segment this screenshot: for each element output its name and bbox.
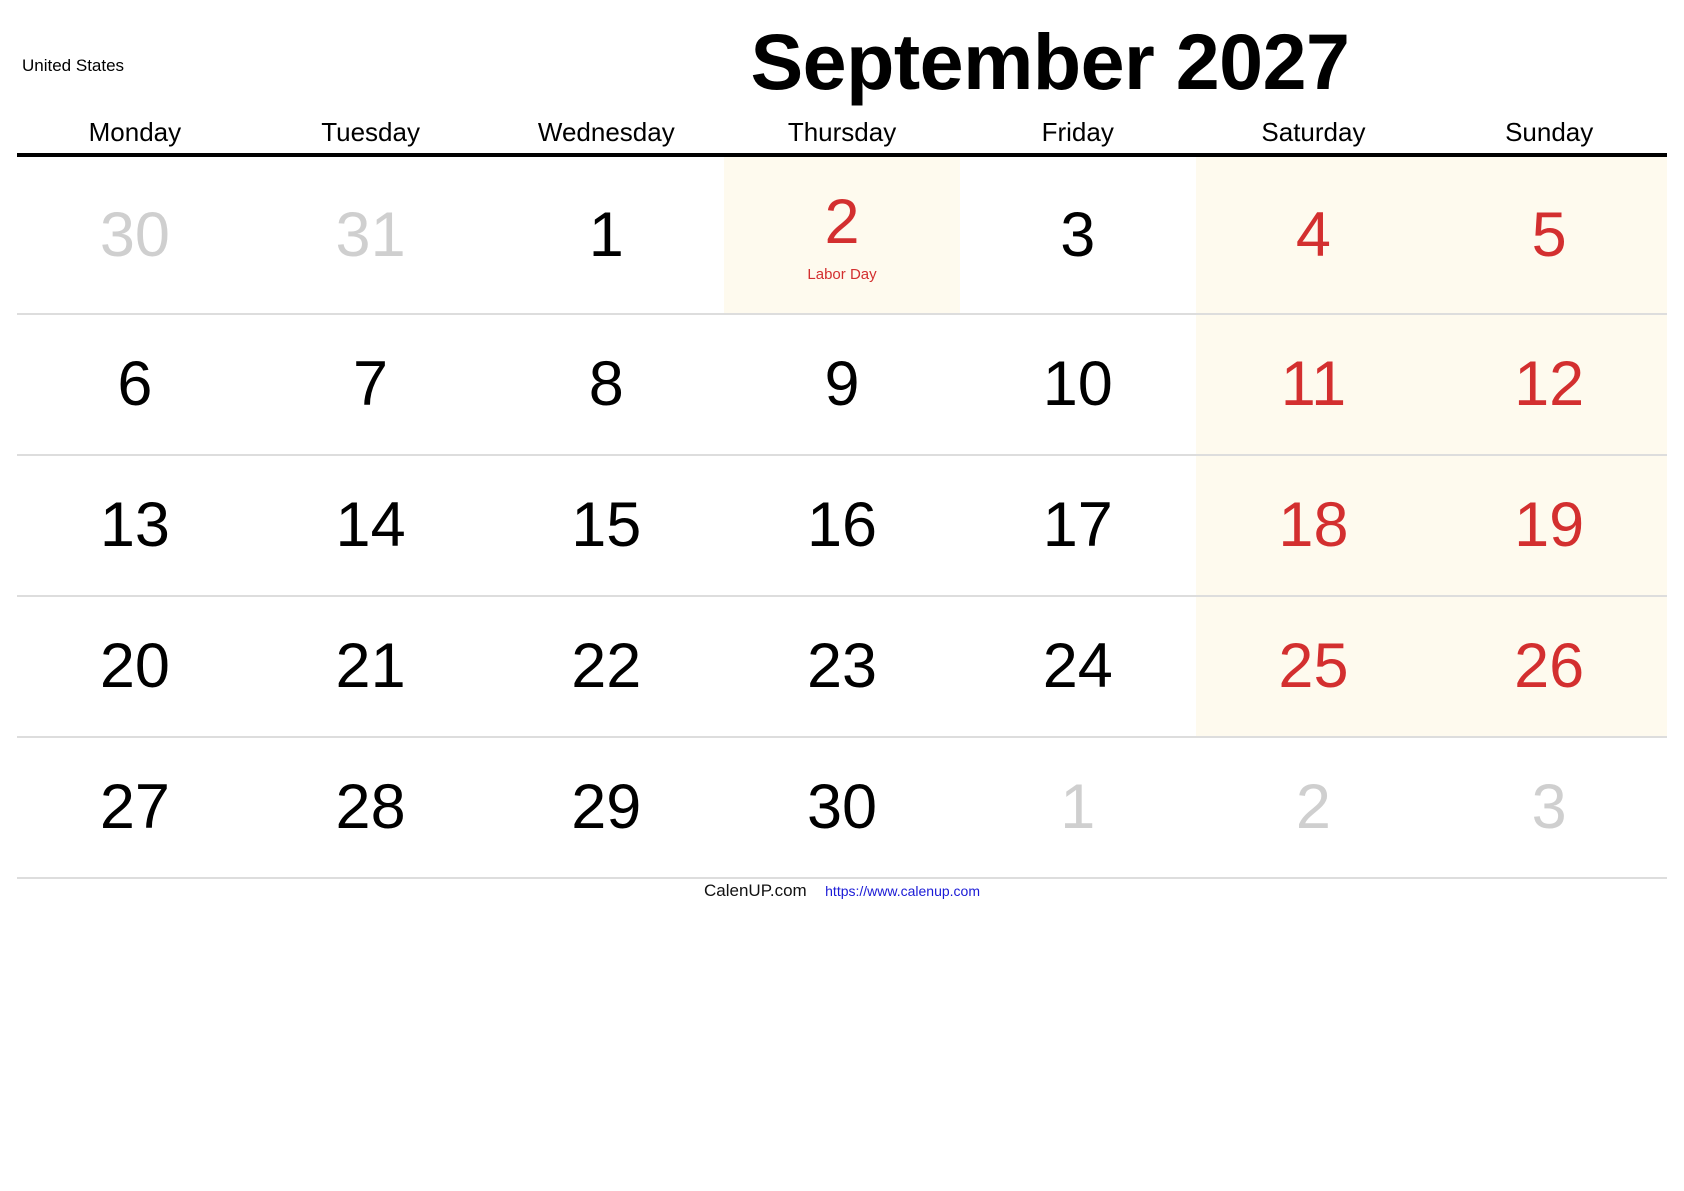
day-number: 3 [1531, 772, 1567, 842]
day-number: 19 [1514, 490, 1585, 560]
day-number: 23 [806, 631, 878, 701]
day-cell[interactable]: 19 [1431, 456, 1668, 595]
day-cell[interactable]: 4 [1195, 157, 1432, 313]
day-cell[interactable]: 1 [488, 157, 724, 313]
day-cell[interactable]: 30 [17, 157, 253, 313]
day-cell[interactable]: 27 [17, 738, 253, 877]
day-cell[interactable]: 15 [488, 456, 724, 595]
day-number: 9 [824, 349, 860, 419]
day-cell[interactable]: 3 [960, 157, 1196, 313]
day-number: 10 [1042, 349, 1113, 419]
day-cell[interactable]: 22 [488, 597, 724, 736]
day-number: 17 [1042, 490, 1113, 560]
day-number: 15 [571, 490, 642, 560]
day-cell[interactable]: 5 [1431, 157, 1668, 313]
weeks-container: 30 31 1 2 Labor Day 3 4 5 6 7 8 9 10 11 12 13 14 15 16 17 18… [17, 157, 1668, 879]
day-cell[interactable]: 21 [253, 597, 489, 736]
day-number: 3 [1060, 199, 1096, 270]
day-cell[interactable]: 12 [1431, 315, 1668, 454]
day-cell[interactable]: 13 [17, 456, 253, 595]
day-cell[interactable]: 30 [724, 738, 960, 877]
day-cell[interactable]: 2 Labor Day [724, 157, 960, 313]
weekday-header: Sunday [1505, 117, 1594, 147]
day-number: 13 [99, 490, 170, 560]
day-number: 6 [117, 349, 153, 419]
weekday-header: Tuesday [321, 117, 420, 147]
day-number: 14 [335, 490, 406, 560]
week-row: 20 21 22 23 24 25 26 [17, 597, 1668, 738]
day-number: 4 [1295, 199, 1331, 270]
day-cell[interactable]: 7 [253, 315, 489, 454]
day-number: 22 [571, 631, 642, 701]
day-cell[interactable]: 31 [253, 157, 489, 313]
day-cell[interactable]: 17 [960, 456, 1196, 595]
footer: CalenUP.com https://www.calenup.com [0, 881, 1684, 901]
day-number: 7 [353, 349, 389, 419]
day-cell[interactable]: 16 [724, 456, 960, 595]
page-title: September 2027 [750, 17, 1350, 106]
day-number: 1 [1060, 772, 1096, 842]
day-cell[interactable]: 18 [1195, 456, 1432, 595]
day-number: 30 [99, 199, 170, 270]
day-number: 20 [99, 631, 170, 701]
day-number: 8 [588, 349, 624, 419]
day-cell[interactable]: 2 [1196, 738, 1432, 877]
weekday-header: Saturday [1261, 117, 1366, 147]
day-cell[interactable]: 10 [960, 315, 1196, 454]
day-cell[interactable]: 6 [17, 315, 253, 454]
day-cell[interactable]: 29 [488, 738, 724, 877]
day-cell[interactable]: 20 [17, 597, 253, 736]
footer-link[interactable]: https://www.calenup.com [825, 883, 980, 899]
day-number: 26 [1514, 631, 1585, 701]
day-number: 2 [824, 187, 860, 257]
day-cell[interactable]: 28 [253, 738, 489, 877]
day-number: 1 [588, 199, 624, 270]
day-number: 29 [571, 772, 642, 842]
week-row: 30 31 1 2 Labor Day 3 4 5 [17, 157, 1668, 315]
day-cell[interactable]: 26 [1431, 597, 1668, 736]
day-cell[interactable]: 23 [724, 597, 960, 736]
week-row: 13 14 15 16 17 18 19 [17, 456, 1668, 597]
weekday-header: Thursday [787, 117, 897, 147]
day-cell[interactable]: 25 [1195, 597, 1432, 736]
day-number: 25 [1278, 631, 1349, 701]
day-number: 5 [1531, 199, 1567, 270]
day-cell[interactable]: 1 [960, 738, 1196, 877]
calendar-grid: Monday Tuesday Wednesday Thursday Friday… [17, 112, 1668, 879]
day-number: 11 [1280, 349, 1347, 419]
weekday-header: Wednesday [537, 117, 675, 147]
footer-brand: CalenUP.com [704, 881, 807, 900]
day-number: 27 [99, 772, 170, 842]
weekday-header-row: Monday Tuesday Wednesday Thursday Friday… [17, 112, 1667, 157]
day-number: 12 [1514, 349, 1585, 419]
day-number: 2 [1295, 772, 1331, 842]
day-cell[interactable]: 24 [960, 597, 1196, 736]
weekday-header: Monday [88, 117, 182, 147]
day-cell[interactable]: 8 [488, 315, 724, 454]
day-number: 21 [335, 631, 406, 701]
country-label: United States [22, 56, 125, 75]
day-cell[interactable]: 11 [1195, 315, 1432, 454]
day-cell[interactable]: 3 [1431, 738, 1667, 877]
day-number: 31 [335, 199, 406, 270]
week-row: 27 28 29 30 1 2 3 [17, 738, 1667, 879]
day-cell[interactable]: 9 [724, 315, 960, 454]
day-cell[interactable]: 14 [253, 456, 489, 595]
day-number: 16 [806, 490, 878, 560]
holiday-label: Labor Day [807, 266, 877, 283]
day-number: 18 [1278, 490, 1349, 560]
weekday-header: Friday [1041, 117, 1114, 147]
day-number: 30 [806, 772, 878, 842]
day-number: 24 [1042, 631, 1113, 701]
day-number: 28 [335, 772, 406, 842]
week-row: 6 7 8 9 10 11 12 [17, 315, 1668, 456]
